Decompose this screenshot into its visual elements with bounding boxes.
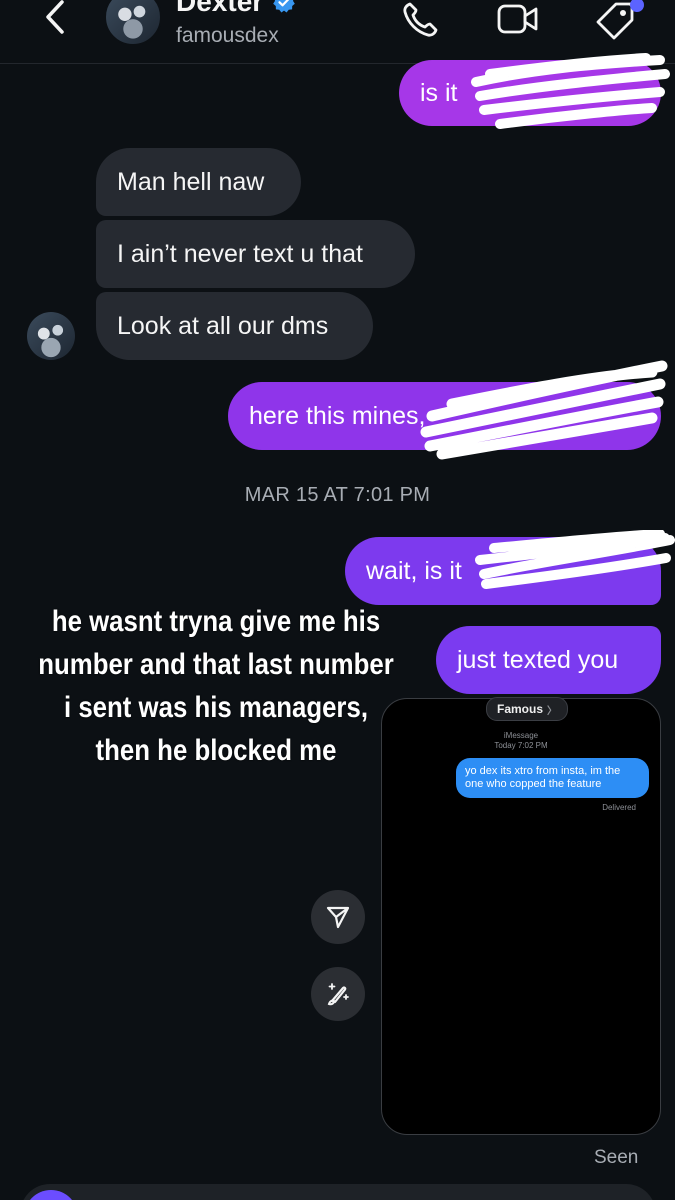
message-text: wait, is it (366, 556, 462, 585)
notification-dot (630, 0, 644, 12)
message-outgoing[interactable]: here this mines, (228, 382, 661, 450)
image-attachment[interactable]: Famous 〉 iMessage Today 7:02 PM yo dex i… (381, 697, 661, 1135)
delivery-status: Delivered (602, 803, 636, 812)
message-incoming[interactable]: Man hell naw (96, 148, 301, 216)
contact-pill: Famous 〉 (486, 697, 569, 721)
contact-username[interactable]: famousdex (176, 24, 279, 48)
phone-icon[interactable] (400, 0, 440, 40)
dm-thread-screen: Dexter famousdex is it Man hell naw I ai… (0, 0, 675, 1200)
message-text: is it (420, 78, 458, 107)
message-text: Man hell naw (117, 167, 265, 196)
imessage-bubble: yo dex its xtro from insta, im the one w… (456, 758, 649, 798)
message-text: here this mines, (249, 401, 426, 430)
avatar[interactable] (104, 0, 162, 46)
message-text: just texted you (457, 645, 619, 674)
back-chevron-icon[interactable] (36, 0, 76, 38)
imessage-time: Today 7:02 PM (494, 741, 548, 750)
message-text: I ain’t never text u that (117, 239, 363, 268)
message-outgoing[interactable]: is it (399, 60, 661, 126)
message-timestamp: MAR 15 AT 7:01 PM (244, 484, 431, 506)
chat-header: Dexter famousdex (0, 0, 675, 64)
verified-badge-icon (272, 0, 296, 14)
chevron-right-icon: 〉 (547, 705, 558, 717)
message-outgoing[interactable]: just texted you (436, 626, 661, 694)
video-icon[interactable] (496, 0, 538, 40)
send-icon[interactable] (311, 890, 365, 944)
caption-overlay: he wasnt tryna give me his number and th… (38, 605, 394, 767)
message-text: Look at all our dms (117, 311, 329, 340)
message-incoming[interactable]: Look at all our dms (96, 292, 373, 360)
message-outgoing[interactable]: wait, is it (345, 537, 661, 605)
contact-name[interactable]: Dexter (176, 0, 263, 18)
message-composer[interactable] (20, 1184, 656, 1200)
seen-status: Seen (594, 1147, 639, 1168)
service-label: iMessage (503, 731, 539, 740)
magic-brush-icon[interactable] (311, 967, 365, 1021)
message-incoming[interactable]: I ain’t never text u that (96, 220, 415, 288)
avatar[interactable] (27, 312, 75, 360)
contact-pill-name: Famous (497, 702, 544, 716)
